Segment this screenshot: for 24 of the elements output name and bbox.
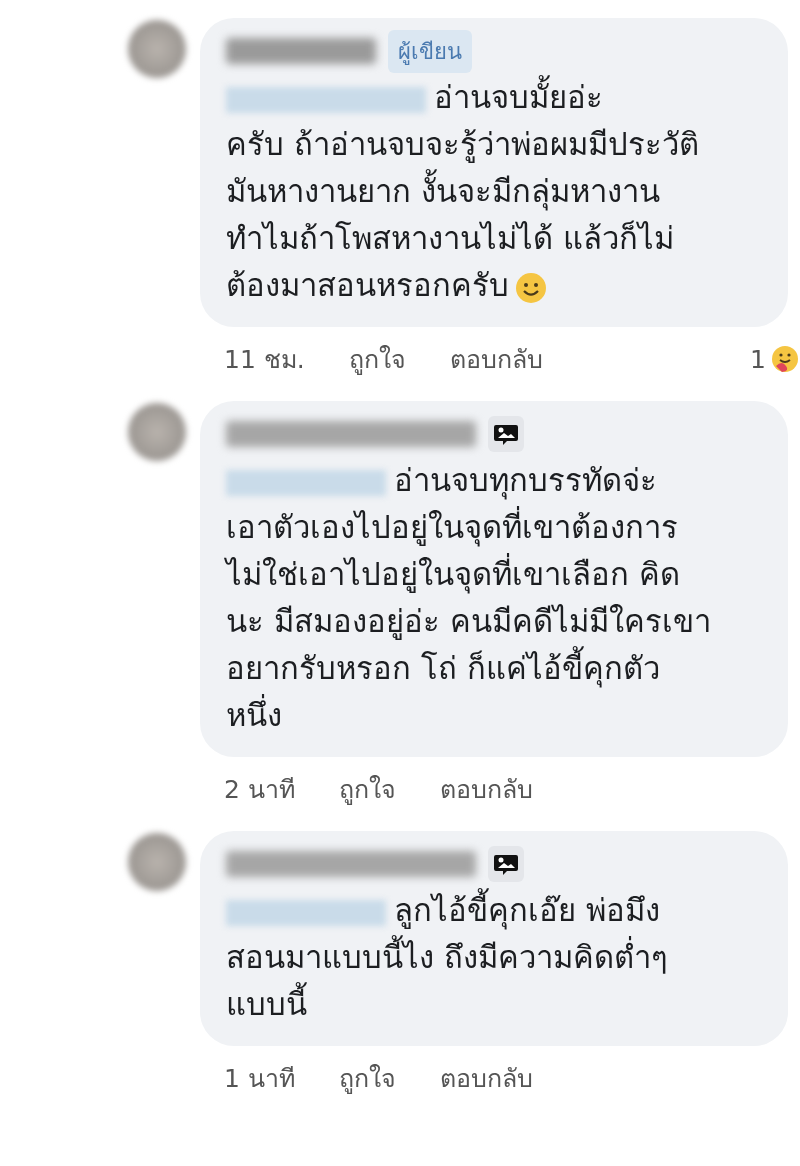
timestamp[interactable]: 11 ชม. bbox=[224, 339, 305, 379]
avatar[interactable] bbox=[128, 833, 186, 891]
reaction-count[interactable]: 1 bbox=[750, 344, 766, 374]
hug-emoji-icon[interactable] bbox=[770, 344, 800, 374]
reply-link[interactable]: ตอบกลับ bbox=[439, 769, 533, 809]
like-link[interactable]: ถูกใจ bbox=[348, 339, 406, 379]
reply-link[interactable]: ตอบกลับ bbox=[439, 1058, 533, 1098]
reply-link[interactable]: ตอบกลับ bbox=[449, 339, 543, 379]
blurred-name[interactable] bbox=[226, 851, 476, 877]
blurred-mention[interactable] bbox=[226, 469, 386, 496]
author-badge: ผู้เขียน bbox=[388, 29, 472, 73]
avatar[interactable] bbox=[128, 20, 186, 78]
comment-text: อ่านจบทุกบรรทัดจ่ะ เอาตัวเองไปอยู่ในจุดที่เขาต้องการ ไม่ใช่เอาไปอยู่ในจุดที่เขาเลือก คิด นะ มีสมองอยู่อ่ะ คนมีคดีไม่มีใครเขา อยากรับหรอก โถ่ ก็แค่ไอ้ขี้คุกตัว หนึ่ง bbox=[226, 461, 712, 735]
like-link[interactable]: ถูกใจ bbox=[338, 1058, 396, 1098]
blurred-name[interactable] bbox=[226, 421, 476, 447]
avatar[interactable] bbox=[128, 403, 186, 461]
timestamp[interactable]: 1 นาที bbox=[224, 1058, 295, 1098]
blurred-mention[interactable] bbox=[226, 86, 426, 113]
like-link[interactable]: ถูกใจ bbox=[338, 769, 396, 809]
blurred-name[interactable] bbox=[226, 38, 376, 64]
timestamp[interactable]: 2 นาที bbox=[224, 769, 295, 809]
comment-text: อ่านจบมั้ยอ่ะ ครับ ถ้าอ่านจบจะรู้ว่าพ่อผมมีประวัติ มันหางานยาก งั้นจะมีกลุ่มหางาน ทำไมถ้าโพสหางานไม่ได้ แล้วก็ไม่ ต้องมาสอนหรอกครับ bbox=[226, 74, 772, 309]
comment-text: ลูกไอ้ขี้คุกเอ๊ย พ่อมึง สอนมาแบบนี้ไง ถึงมีความคิดต่ำๆ แบบนี้ bbox=[226, 887, 772, 1028]
blurred-mention[interactable] bbox=[226, 899, 386, 926]
